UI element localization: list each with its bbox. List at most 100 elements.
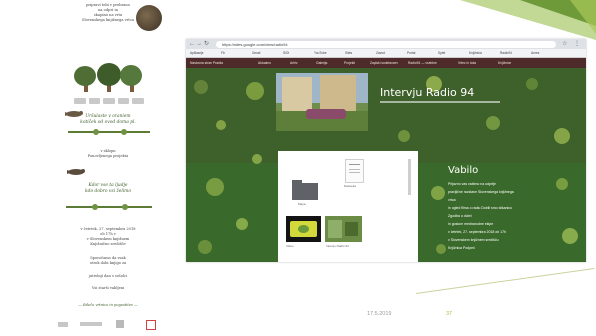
invite-line-4: Slovenskega knjižnega vrtca: [81, 18, 134, 22]
site-nav-item[interactable]: Naslovna stran Pravila: [190, 58, 223, 68]
decor-dot: [398, 130, 410, 142]
bookmark-item[interactable]: Sites: [345, 49, 352, 57]
decorative-line: [415, 267, 595, 294]
browser-screenshot: ← → ↻ https://sites.google.com/view/radi…: [186, 39, 586, 262]
invite-mid-1: v sklopu: [100, 149, 116, 153]
forward-icon[interactable]: →: [196, 40, 202, 48]
bookmark-item[interactable]: Portal: [407, 49, 415, 57]
vabilo-line: Zgodba o dobri: [448, 214, 472, 218]
back-icon[interactable]: ←: [189, 40, 195, 48]
site-nav-item[interactable]: Knjižnice: [498, 58, 511, 68]
footer-script: — Rdečo vrtnico in pogostitev —: [78, 303, 138, 307]
bookmark-item[interactable]: Aplikacije: [190, 49, 203, 57]
event-place-2: Knjižnično središče: [90, 242, 126, 246]
site-nav-item[interactable]: Projekti: [344, 58, 355, 68]
decor-dot: [526, 78, 538, 90]
event-time: ob 17h v: [100, 232, 116, 236]
bookmark-item[interactable]: Radio94: [500, 49, 512, 57]
title-underline: [380, 101, 500, 103]
site-nav-item[interactable]: Zapiski sodelavcev: [370, 58, 398, 68]
slide: pripravi tebi v prebrano na odpri in sku…: [0, 0, 596, 336]
decor-dot: [252, 154, 262, 164]
vabilo-line: in ogled filma o radiu Dobili smo slikan…: [448, 206, 513, 210]
small-note-3: jutrišnji dan s sošolci: [88, 274, 128, 278]
site-nav-item[interactable]: Radio94 — vsebine: [408, 58, 437, 68]
script-heading-1: Uršulaste v oraniem: [85, 114, 131, 119]
leaf-garland-icon-2: [66, 204, 152, 210]
address-bar[interactable]: https://sites.google.com/view/radio94: [216, 40, 556, 48]
leaf-garland-icon: [68, 129, 150, 135]
video-caption-2: Intervju Radio 94: [326, 244, 349, 248]
invite-line-1: pripravi tebi v prebrano: [86, 3, 130, 7]
browser-toolbar: ← → ↻ https://sites.google.com/view/radi…: [186, 39, 586, 49]
decor-dot: [436, 244, 446, 254]
document-icon[interactable]: [345, 159, 364, 183]
decor-dot: [486, 116, 500, 130]
video-thumbnail-2[interactable]: [325, 216, 362, 242]
bookmark-item[interactable]: YouTube: [314, 49, 327, 57]
folder-icon[interactable]: [292, 179, 318, 200]
vabilo-line: v Slovenskem knjižnem središču: [448, 238, 499, 242]
site-page: Intervju Radio 94 Mapa Datoteka Video In…: [186, 68, 586, 262]
bottom-logos: [56, 319, 160, 330]
script-heading-1b: kotiček od ovod doma pl.: [80, 120, 136, 125]
bookmark-item[interactable]: Zavod: [376, 49, 385, 57]
bird-icon-2: [67, 169, 85, 175]
sponsor-logos: [74, 98, 144, 104]
bookmarks-bar: Aplikacije Fb Gmail SiOl YouTube Sites Zavod Po…: [186, 49, 586, 58]
site-nav-item[interactable]: Aktualno: [258, 58, 271, 68]
site-nav-item[interactable]: Vrtec in šola: [458, 58, 476, 68]
invite-line-3: skupino na vrtu: [93, 13, 123, 17]
invitation-column: pripravi tebi v prebrano na odpri in sku…: [52, 0, 164, 336]
panel-scrollbar[interactable]: [408, 159, 411, 195]
menu-icon[interactable]: ⋮: [574, 40, 580, 48]
script-heading-2b: kdo dobro vsi želimo: [85, 189, 131, 194]
decor-dot: [431, 186, 445, 200]
page-title: Intervju Radio 94: [380, 86, 475, 99]
star-icon[interactable]: ☆: [562, 40, 567, 48]
small-note-2: otrok dobi knjigo za: [89, 261, 127, 265]
decor-dot: [216, 120, 226, 130]
reload-icon[interactable]: ↻: [204, 40, 209, 48]
vabilo-line: in gostom mednarodne ekipe: [448, 222, 494, 226]
vabilo-heading: Vabilo: [448, 165, 479, 176]
vabilo-line: pravljične razstave Slovenskega knjižneg…: [448, 190, 514, 194]
decorative-triangles: [460, 0, 596, 40]
footer-date: 17.5.2019: [367, 311, 392, 317]
vabilo-line: v četrtek, 27. septembra 2018 ob 17h: [448, 230, 506, 234]
invite-line-2: na odpri in: [98, 8, 118, 12]
header-photo: [276, 73, 368, 131]
video-thumbnail-1[interactable]: [286, 216, 321, 242]
vabilo-line: vrtca: [448, 198, 456, 202]
invite-mid-2: Ponovljenega projekta: [87, 154, 129, 158]
site-nav-item[interactable]: Arhiv: [290, 58, 298, 68]
address-url: https://sites.google.com/view/radio94: [222, 41, 288, 47]
vabilo-line: Knjižnica Podpeč: [448, 246, 475, 250]
document-caption: Datoteka: [344, 184, 357, 188]
small-note-1: Sporočamo da vsak: [90, 256, 126, 260]
decor-dot: [246, 82, 264, 100]
bookmark-item[interactable]: Knjižnica: [469, 49, 482, 57]
script-heading-2: Kdor vse ta ljudje: [88, 183, 128, 188]
event-place-1: v Slovenskem knjižnem: [86, 237, 130, 241]
decor-dot: [236, 218, 248, 230]
decor-dot: [194, 80, 208, 94]
small-note-4: Vsi starši vabljeni: [91, 286, 125, 290]
page-number: 37: [446, 311, 453, 317]
folder-caption: Mapa: [298, 202, 306, 206]
bookmark-item[interactable]: Splet: [438, 49, 445, 57]
vabilo-line: Prijazno vas vabimo na odprtje: [448, 182, 496, 186]
event-date: v četrtek, 27. septembra 2018: [80, 227, 136, 231]
trees-illustration: [70, 56, 150, 102]
bookmark-item[interactable]: Fb: [221, 49, 225, 57]
files-panel: Mapa Datoteka Video Intervju Radio 94: [278, 151, 418, 262]
bookmark-item[interactable]: Arnes: [531, 49, 539, 57]
site-nav-item[interactable]: Galerija: [316, 58, 327, 68]
video-caption-1: Video: [286, 244, 294, 248]
site-navigation: Naslovna stran Pravila Aktualno Arhiv Galer…: [186, 58, 586, 68]
bookmark-item[interactable]: Gmail: [252, 49, 260, 57]
decor-dot: [206, 178, 224, 196]
decor-dot: [198, 240, 212, 254]
decor-dot: [554, 128, 570, 144]
bookmark-item[interactable]: SiOl: [283, 49, 289, 57]
